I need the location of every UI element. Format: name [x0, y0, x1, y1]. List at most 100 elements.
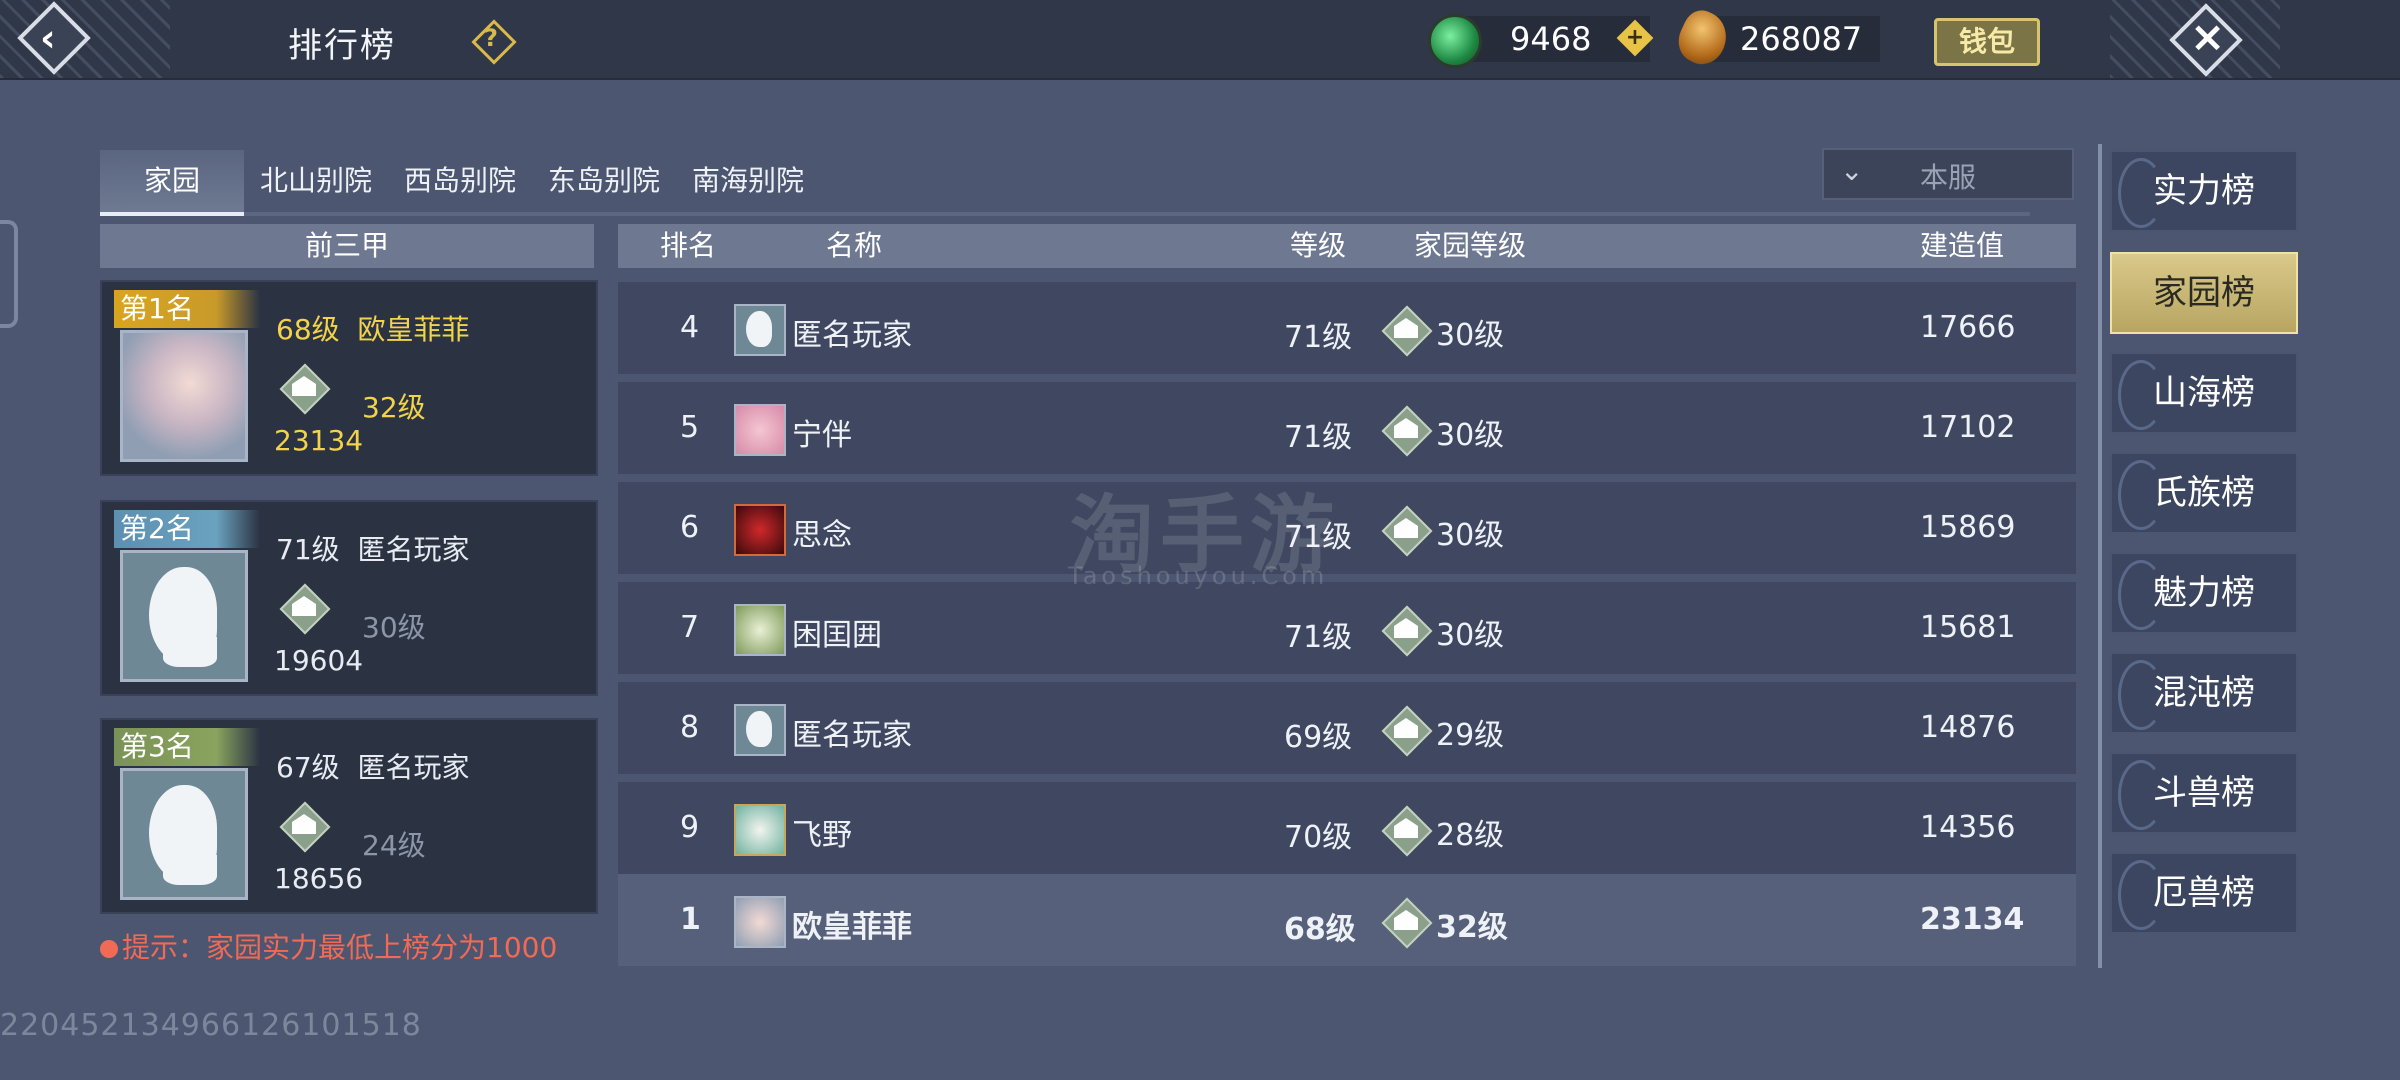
tab-home[interactable]: 家园	[100, 150, 244, 216]
home-level: 30级	[362, 611, 426, 644]
home-icon	[279, 363, 331, 415]
build-score: 18656	[274, 862, 364, 895]
row-level: 71级	[1284, 620, 1353, 655]
avatar	[734, 404, 786, 456]
side-tab-clan[interactable]: 氏族榜	[2110, 452, 2298, 534]
tab-dongdao[interactable]: 东岛别院	[532, 150, 676, 212]
question-icon: ?	[484, 24, 498, 52]
player-level-name: 71级 匿名玩家	[276, 528, 469, 568]
top3-card-2[interactable]: 第2名 71级 匿名玩家 30级 19604	[100, 500, 598, 696]
side-tab-home[interactable]: 家园榜	[2110, 252, 2298, 334]
avatar	[734, 704, 786, 756]
cloud-pattern-icon	[2118, 860, 2164, 930]
row-score: 17666	[1920, 310, 2016, 345]
add-jade-button[interactable]: +	[1616, 19, 1654, 57]
table-row[interactable]: 6 思念 71级 30级 15869	[618, 482, 2076, 574]
table-row[interactable]: 5 宁伴 71级 30级 17102	[618, 382, 2076, 474]
row-score: 14876	[1920, 710, 2016, 745]
cloud-pattern-icon	[2118, 760, 2164, 830]
table-row[interactable]: 4 匿名玩家 71级 30级 17666	[618, 282, 2076, 374]
server-dropdown[interactable]: ⌄ 本服	[1822, 148, 2074, 200]
player-level-name: 68级 欧皇菲菲	[276, 308, 469, 348]
row-name: 匿名玩家	[792, 718, 912, 753]
side-tab-label: 魅力榜	[2153, 573, 2255, 613]
row-name: 欧皇菲菲	[792, 910, 912, 945]
close-button[interactable]: ×	[2169, 3, 2243, 77]
player-level-name: 67级 匿名玩家	[276, 746, 469, 786]
avatar	[734, 804, 786, 856]
header-level: 等级	[1290, 229, 1347, 262]
avatar	[734, 304, 786, 356]
tip-label: 提示：家园实力最低上榜分为1000	[122, 931, 558, 964]
header-home-level: 家园等级	[1414, 229, 1527, 262]
home-icon	[1381, 705, 1433, 757]
table-row[interactable]: 8 匿名玩家 69级 29级 14876	[618, 682, 2076, 774]
player-level: 67级	[276, 751, 340, 784]
my-rank-row[interactable]: 1 欧皇菲菲 68级 32级 23134	[618, 874, 2076, 966]
row-home-level: 30级	[1436, 618, 1505, 653]
row-name: 匿名玩家	[792, 318, 912, 353]
row-level: 71级	[1284, 420, 1353, 455]
side-tab-calamity-beast[interactable]: 厄兽榜	[2110, 852, 2298, 934]
avatar	[120, 330, 248, 462]
home-icon	[279, 583, 331, 635]
row-score: 14356	[1920, 810, 2016, 845]
header-score: 建造值	[1920, 229, 2005, 262]
row-name: 思念	[792, 518, 852, 553]
home-icon	[1381, 805, 1433, 857]
side-tab-charm[interactable]: 魅力榜	[2110, 552, 2298, 634]
chevron-down-icon: ⌄	[1840, 154, 1864, 187]
cloud-pattern-icon	[2118, 158, 2164, 228]
row-level: 71级	[1284, 320, 1353, 355]
server-dropdown-value: 本服	[1920, 161, 1977, 194]
avatar	[120, 550, 248, 682]
top3-card-1[interactable]: 第1名 68级 欧皇菲菲 32级 23134	[100, 280, 598, 476]
plus-icon: +	[1625, 25, 1645, 50]
side-divider	[2098, 144, 2102, 968]
row-score: 23134	[1920, 902, 2025, 937]
table-row[interactable]: 9 飞野 70级 28级 14356	[618, 782, 2076, 874]
row-name: 宁伴	[792, 418, 852, 453]
table-row[interactable]: 7 困囯囲 71级 30级 15681	[618, 582, 2076, 674]
avatar	[120, 768, 248, 900]
page-title: 排行榜	[288, 26, 396, 66]
jade-amount: 9468	[1510, 20, 1592, 58]
wallet-button[interactable]: 钱包	[1934, 18, 2040, 66]
player-level: 68级	[276, 313, 340, 346]
row-score: 15681	[1920, 610, 2016, 645]
side-tab-label: 厄兽榜	[2153, 873, 2255, 913]
tab-beishan[interactable]: 北山别院	[244, 150, 388, 212]
tab-nanhai[interactable]: 南海别院	[676, 150, 820, 212]
side-tab-label: 山海榜	[2153, 373, 2255, 413]
home-icon	[1381, 405, 1433, 457]
row-name: 困囯囲	[792, 618, 882, 653]
side-tab-label: 混沌榜	[2153, 673, 2255, 713]
chevron-left-icon: ‹	[40, 16, 56, 60]
warning-icon	[100, 940, 118, 958]
build-score: 19604	[274, 644, 364, 677]
row-rank: 5	[680, 410, 700, 445]
side-tab-label: 斗兽榜	[2153, 773, 2255, 813]
home-icon	[1381, 897, 1433, 949]
side-tab-power[interactable]: 实力榜	[2110, 150, 2298, 232]
side-tab-chaos[interactable]: 混沌榜	[2110, 652, 2298, 734]
top3-card-3[interactable]: 第3名 67级 匿名玩家 24级 18656	[100, 718, 598, 914]
side-tab-label: 实力榜	[2153, 171, 2255, 211]
row-home-level: 30级	[1436, 518, 1505, 553]
row-score: 17102	[1920, 410, 2016, 445]
cloud-pattern-icon	[2118, 560, 2164, 630]
row-rank: 1	[680, 902, 701, 937]
row-home-level: 30级	[1436, 318, 1505, 353]
help-button[interactable]: ?	[471, 19, 517, 65]
back-button[interactable]: ‹	[17, 1, 91, 75]
cloud-pattern-icon	[2118, 460, 2164, 530]
side-tab-label: 家园榜	[2153, 273, 2255, 313]
side-tab-beast-fight[interactable]: 斗兽榜	[2110, 752, 2298, 834]
tab-bar: 家园 北山别院 西岛别院 东岛别院 南海别院	[100, 150, 2030, 216]
home-icon	[1381, 305, 1433, 357]
player-name: 匿名玩家	[357, 751, 470, 784]
user-id: 22045213496612610151​8	[0, 1008, 422, 1043]
player-name: 匿名玩家	[357, 533, 470, 566]
side-tab-shanhai[interactable]: 山海榜	[2110, 352, 2298, 434]
tab-xidao[interactable]: 西岛别院	[388, 150, 532, 212]
